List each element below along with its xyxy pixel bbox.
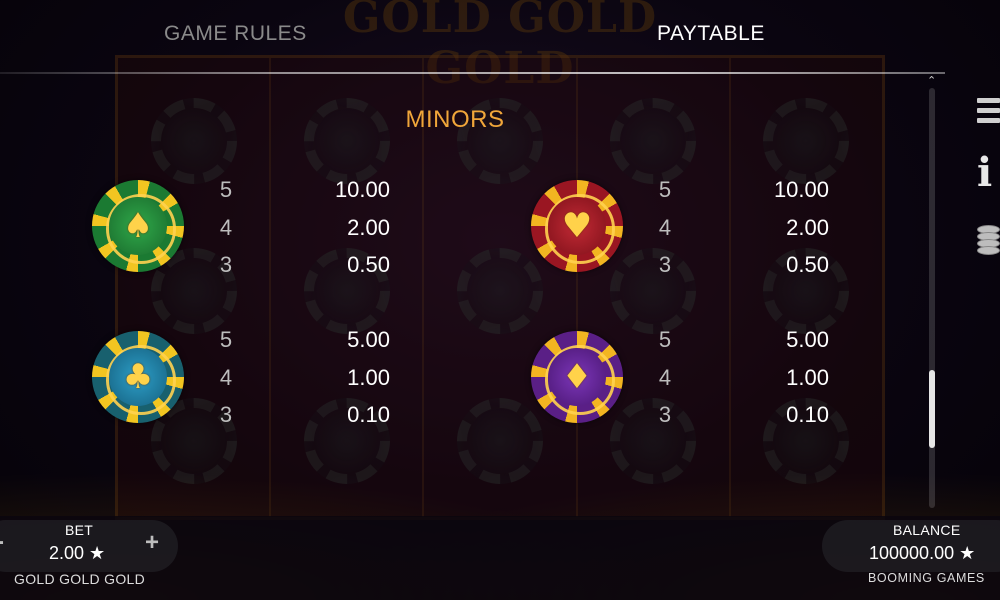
pay-amount: 0.10 [347, 402, 390, 427]
pay-amount: 5.00 [347, 327, 390, 352]
symbol-count: 3 [658, 252, 672, 277]
symbol-count: 5 [658, 327, 672, 352]
symbol-count: 4 [219, 365, 233, 390]
pay-amount: 0.10 [786, 402, 829, 427]
paytable-entry-heart: ♥ 5 10.00 4 2.00 3 0.50 [531, 177, 891, 300]
pay-row: 5 10.00 [531, 177, 891, 207]
symbol-count: 5 [219, 327, 233, 352]
pay-amount: 2.00 [786, 215, 829, 240]
game-name: GOLD GOLD GOLD [14, 571, 146, 587]
pay-row: 5 5.00 [92, 327, 452, 357]
coins-icon[interactable] [977, 225, 1000, 265]
symbol-count: 4 [658, 365, 672, 390]
pay-row: 3 0.50 [92, 252, 452, 282]
pay-row: 3 0.10 [531, 402, 891, 432]
menu-icon[interactable] [977, 98, 1000, 138]
bet-label: BET [65, 522, 94, 538]
balance-label: BALANCE [893, 522, 961, 538]
pay-amount: 2.00 [347, 215, 390, 240]
symbol-count: 3 [658, 402, 672, 427]
pay-row: 4 1.00 [92, 365, 452, 395]
symbol-count: 5 [658, 177, 672, 202]
paytable-entry-club: ♣ 5 5.00 4 1.00 3 0.10 [92, 327, 452, 451]
section-title: MINORS [405, 106, 505, 133]
pay-amount: 0.50 [786, 252, 829, 277]
pay-amount: 10.00 [773, 177, 829, 202]
info-icon[interactable]: i [977, 153, 1000, 193]
pay-amount: 1.00 [786, 365, 829, 390]
pay-row: 5 5.00 [531, 327, 891, 357]
tab-divider [0, 72, 945, 74]
pay-row: 4 2.00 [531, 215, 891, 245]
pay-row: 4 1.00 [531, 365, 891, 395]
pay-row: 4 2.00 [92, 215, 452, 245]
paytable-entry-spade: ♠ 5 10.00 4 2.00 3 0.50 [92, 177, 452, 300]
tab-paytable[interactable]: PAYTABLE [657, 22, 765, 46]
pay-row: 5 10.00 [92, 177, 452, 207]
balance-value: 100000.00 ★ [869, 543, 976, 563]
pay-amount: 0.50 [347, 252, 390, 277]
bet-decrease-button[interactable]: - [0, 528, 4, 556]
pay-amount: 10.00 [334, 177, 390, 202]
symbol-count: 5 [219, 177, 233, 202]
symbol-count: 3 [219, 252, 233, 277]
symbol-count: 4 [658, 215, 672, 240]
pay-amount: 1.00 [347, 365, 390, 390]
symbol-count: 3 [219, 402, 233, 427]
paytable-entry-diamond: ♦ 5 5.00 4 1.00 3 0.10 [531, 327, 891, 451]
pay-amount: 5.00 [786, 327, 829, 352]
bet-value: 2.00 ★ [49, 543, 106, 563]
pay-row: 3 0.50 [531, 252, 891, 282]
scrollbar-thumb[interactable] [929, 370, 935, 448]
scroll-up-icon[interactable]: ⌃ [927, 74, 936, 87]
pay-row: 3 0.10 [92, 402, 452, 432]
tab-bar: GAME RULES PAYTABLE [0, 22, 1000, 62]
tab-game-rules[interactable]: GAME RULES [164, 22, 307, 46]
symbol-count: 4 [219, 215, 233, 240]
brand-logo: BOOMING GAMES [868, 571, 985, 585]
bet-increase-button[interactable]: + [145, 529, 159, 557]
